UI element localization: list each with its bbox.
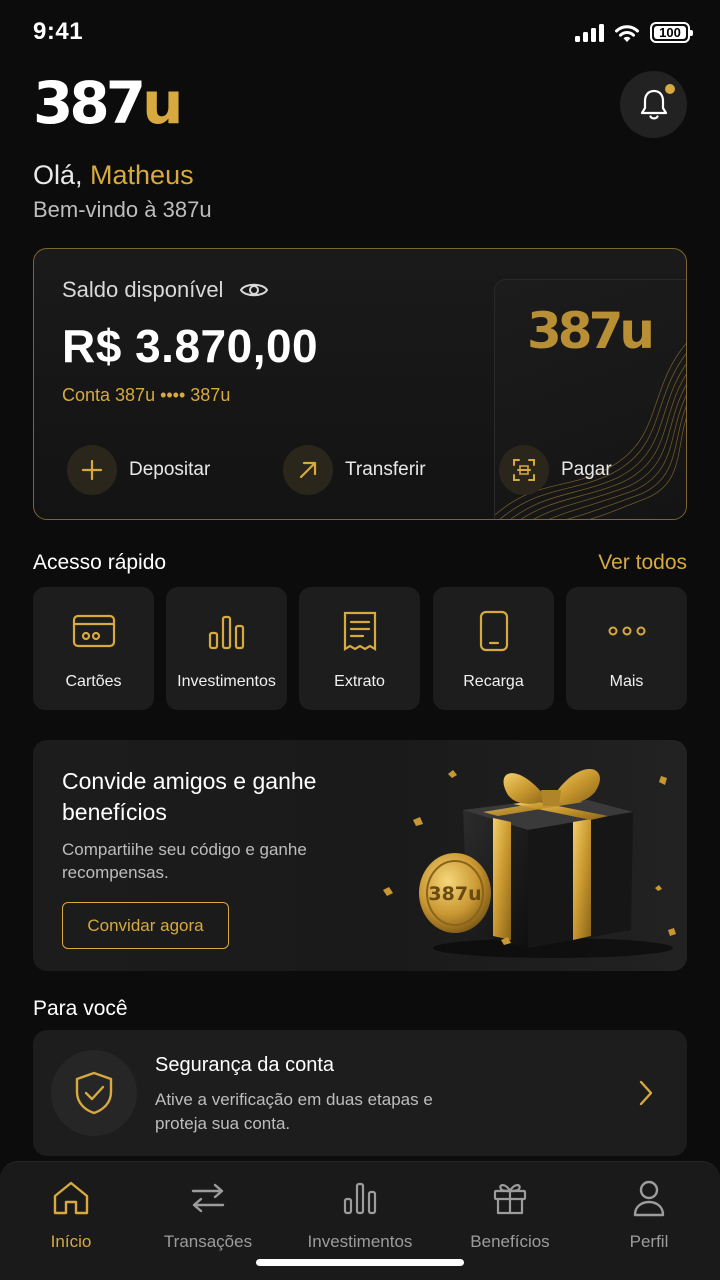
app-logo: 387u bbox=[33, 69, 183, 137]
see-all-link[interactable]: Ver todos bbox=[598, 551, 687, 575]
nav-transactions[interactable]: Transações bbox=[158, 1178, 258, 1252]
transfer-button[interactable]: Transferir bbox=[283, 445, 426, 495]
home-indicator bbox=[256, 1259, 464, 1266]
chevron-right-icon bbox=[639, 1080, 653, 1106]
security-title: Segurança da conta bbox=[155, 1054, 335, 1076]
quick-tile-more[interactable]: Mais bbox=[566, 587, 687, 710]
quick-access-title: Acesso rápido bbox=[33, 551, 167, 574]
bell-icon bbox=[640, 89, 667, 119]
promo-subtitle: Compartiihe seu código e ganhe recompens… bbox=[62, 840, 307, 882]
tile-label: Mais bbox=[609, 673, 644, 690]
status-icons: 100 bbox=[575, 22, 693, 43]
notification-dot bbox=[665, 84, 675, 94]
nav-label: Início bbox=[50, 1232, 92, 1251]
security-description: Ative a verificação em duas etapas e pro… bbox=[155, 1090, 433, 1133]
arrow-up-right-icon bbox=[283, 445, 333, 495]
balance-label: Saldo disponível bbox=[62, 277, 224, 302]
invite-promo-card: Convide amigos e ganhe benefícios Compar… bbox=[33, 740, 687, 971]
card-icon bbox=[72, 609, 116, 653]
account-security-card[interactable]: Segurança da conta Ative a verificação e… bbox=[33, 1030, 687, 1156]
tile-label: Extrato bbox=[334, 673, 385, 690]
battery-icon: 100 bbox=[650, 22, 693, 43]
quick-tile-recharge[interactable]: Recarga bbox=[433, 587, 554, 710]
more-icon bbox=[607, 609, 647, 653]
pay-label: Pagar bbox=[561, 459, 612, 480]
gift-icon bbox=[492, 1178, 528, 1218]
welcome-text: Bem-vindo à 387u bbox=[33, 197, 212, 222]
plus-icon bbox=[67, 445, 117, 495]
quick-tile-cards[interactable]: Cartões bbox=[33, 587, 154, 710]
nav-home[interactable]: Início bbox=[44, 1178, 98, 1252]
phone-icon bbox=[479, 609, 509, 653]
bar-chart-icon bbox=[207, 609, 247, 653]
for-you-title: Para você bbox=[33, 997, 128, 1020]
balance-card: 387u Saldo disponível R$ 3.870,00 Conta … bbox=[33, 248, 687, 520]
nav-benefits[interactable]: Benefícios bbox=[465, 1178, 555, 1252]
transfer-label: Transferir bbox=[345, 459, 426, 480]
tile-label: Investimentos bbox=[177, 673, 276, 690]
tile-label: Cartões bbox=[65, 673, 122, 690]
nav-profile[interactable]: Perfil bbox=[624, 1178, 674, 1252]
nav-label: Perfil bbox=[629, 1232, 669, 1251]
coin-logo: 387u bbox=[428, 883, 481, 905]
transfer-icon bbox=[190, 1178, 226, 1218]
deposit-button[interactable]: Depositar bbox=[67, 445, 210, 495]
notifications-button[interactable] bbox=[620, 71, 687, 138]
home-icon bbox=[52, 1178, 90, 1218]
deposit-label: Depositar bbox=[129, 459, 211, 480]
cellular-signal-icon bbox=[575, 23, 604, 42]
scan-icon bbox=[499, 445, 549, 495]
balance-label-row: Saldo disponível bbox=[62, 277, 269, 303]
user-name: Matheus bbox=[90, 160, 194, 190]
balance-amount: R$ 3.870,00 bbox=[62, 320, 319, 372]
nav-label: Transações bbox=[163, 1232, 253, 1251]
wifi-icon bbox=[615, 24, 639, 42]
invite-now-button[interactable]: Convidar agora bbox=[62, 902, 229, 949]
eye-icon[interactable] bbox=[239, 280, 269, 300]
status-time: 9:41 bbox=[33, 18, 84, 45]
tile-label: Recarga bbox=[463, 673, 524, 690]
nav-investments[interactable]: Investimentos bbox=[300, 1178, 420, 1252]
account-number: Conta 387u •••• 387u bbox=[62, 385, 231, 405]
nav-label: Investimentos bbox=[307, 1232, 413, 1251]
receipt-icon bbox=[342, 609, 378, 653]
balance-actions: Depositar Transferir Pagar bbox=[34, 445, 686, 495]
promo-title: Convide amigos e ganhe benefícios bbox=[62, 768, 317, 825]
quick-tile-investments[interactable]: Investimentos bbox=[166, 587, 287, 710]
greeting: Olá, Matheus bbox=[33, 160, 194, 190]
card-logo: 387u bbox=[527, 302, 655, 360]
quick-tile-statement[interactable]: Extrato bbox=[299, 587, 420, 710]
user-icon bbox=[632, 1178, 666, 1218]
bar-chart-icon bbox=[342, 1178, 378, 1218]
pay-button[interactable]: Pagar bbox=[499, 445, 612, 495]
shield-check-icon bbox=[51, 1050, 137, 1136]
gift-box-illustration: 387u bbox=[383, 768, 676, 958]
nav-label: Benefícios bbox=[470, 1232, 550, 1251]
